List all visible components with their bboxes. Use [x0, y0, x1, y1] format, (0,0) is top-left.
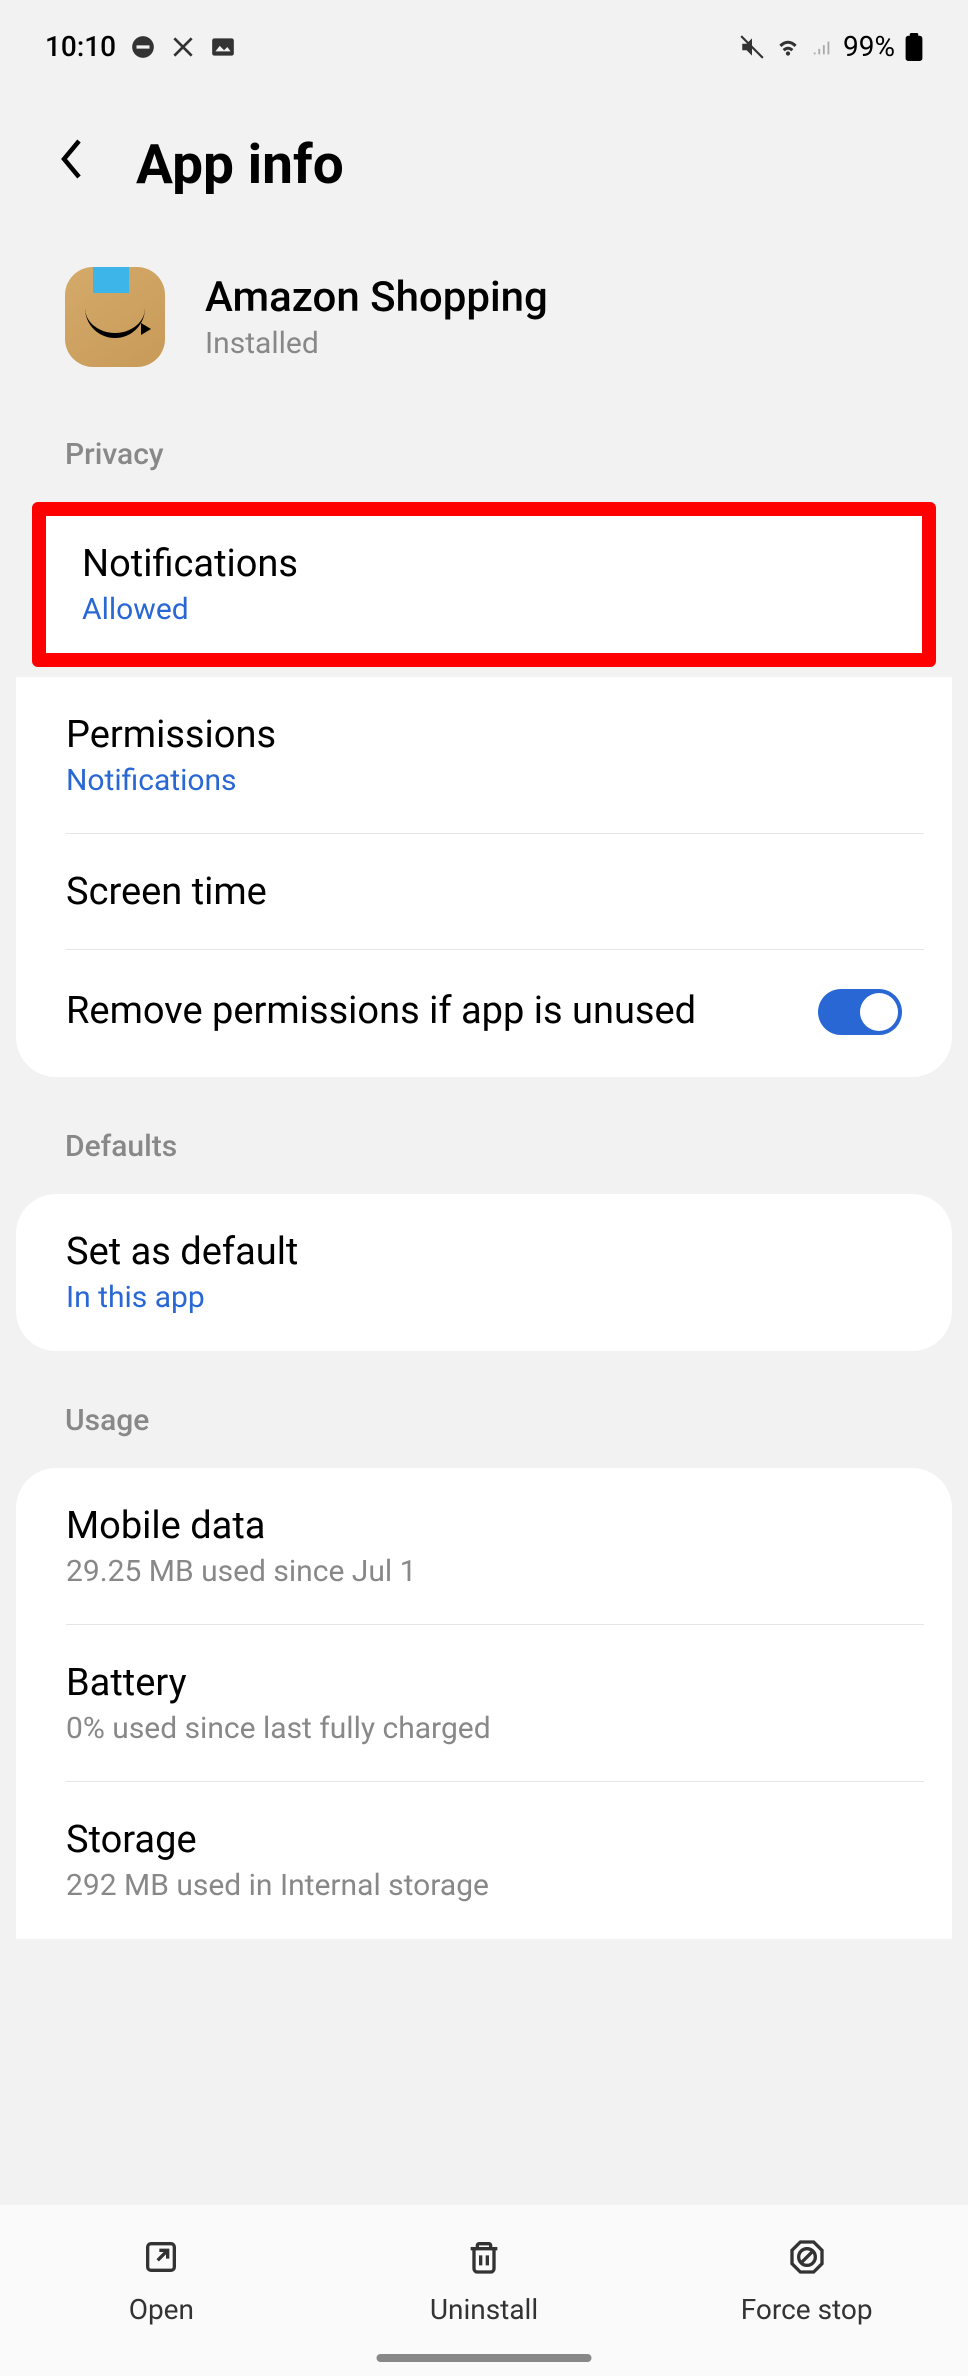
open-icon — [139, 2235, 183, 2279]
permissions-title: Permissions — [66, 713, 902, 757]
signal-icon — [811, 36, 833, 58]
status-bar: 10:10 99% — [0, 0, 968, 83]
wifi-icon — [775, 34, 801, 60]
page-title: App info — [136, 133, 344, 197]
open-label: Open — [129, 2293, 194, 2326]
storage-title: Storage — [66, 1818, 902, 1862]
app-name: Amazon Shopping — [205, 273, 548, 322]
battery-row[interactable]: Battery 0% used since last fully charged — [16, 1625, 952, 1782]
app-icon — [65, 267, 165, 367]
app-header: Amazon Shopping Installed — [0, 247, 968, 417]
remove-permissions-toggle[interactable] — [818, 989, 902, 1035]
gallery-icon — [210, 34, 236, 60]
dnd-icon — [130, 34, 156, 60]
notifications-subtitle: Allowed — [82, 592, 886, 627]
battery-subtitle: 0% used since last fully charged — [66, 1711, 902, 1746]
uninstall-button[interactable]: Uninstall — [323, 2235, 646, 2326]
notifications-highlight: Notifications Allowed — [32, 502, 936, 667]
storage-subtitle: 292 MB used in Internal storage — [66, 1868, 902, 1903]
remove-permissions-row[interactable]: Remove permissions if app is unused — [16, 950, 952, 1077]
section-header-defaults: Defaults — [0, 1109, 968, 1194]
remove-permissions-title: Remove permissions if app is unused — [66, 986, 818, 1037]
trash-icon — [462, 2235, 506, 2279]
storage-row[interactable]: Storage 292 MB used in Internal storage — [16, 1782, 952, 1939]
app-install-status: Installed — [205, 326, 548, 361]
set-default-subtitle: In this app — [66, 1280, 902, 1315]
page-header: App info — [0, 83, 968, 247]
section-header-privacy: Privacy — [0, 417, 968, 502]
screen-time-row[interactable]: Screen time — [16, 834, 952, 950]
force-stop-label: Force stop — [741, 2293, 873, 2326]
x-icon — [170, 34, 196, 60]
permissions-row[interactable]: Permissions Notifications — [16, 677, 952, 834]
uninstall-label: Uninstall — [430, 2293, 538, 2326]
notifications-row[interactable]: Notifications Allowed — [46, 516, 922, 653]
force-stop-button[interactable]: Force stop — [645, 2235, 968, 2326]
back-button[interactable] — [55, 135, 91, 195]
section-header-usage: Usage — [0, 1383, 968, 1468]
permissions-subtitle: Notifications — [66, 763, 902, 798]
bottom-nav: Open Uninstall Force stop — [0, 2205, 968, 2376]
stop-icon — [785, 2235, 829, 2279]
battery-percent: 99% — [843, 30, 895, 63]
screen-time-title: Screen time — [66, 870, 902, 914]
mobile-data-row[interactable]: Mobile data 29.25 MB used since Jul 1 — [16, 1468, 952, 1625]
battery-icon — [905, 33, 923, 61]
mobile-data-subtitle: 29.25 MB used since Jul 1 — [66, 1554, 902, 1589]
status-time: 10:10 — [45, 30, 116, 63]
set-default-title: Set as default — [66, 1230, 902, 1274]
mute-icon — [739, 34, 765, 60]
set-default-row[interactable]: Set as default In this app — [16, 1194, 952, 1351]
home-indicator[interactable] — [377, 2354, 592, 2362]
battery-title: Battery — [66, 1661, 902, 1705]
mobile-data-title: Mobile data — [66, 1504, 902, 1548]
open-button[interactable]: Open — [0, 2235, 323, 2326]
notifications-title: Notifications — [82, 542, 886, 586]
